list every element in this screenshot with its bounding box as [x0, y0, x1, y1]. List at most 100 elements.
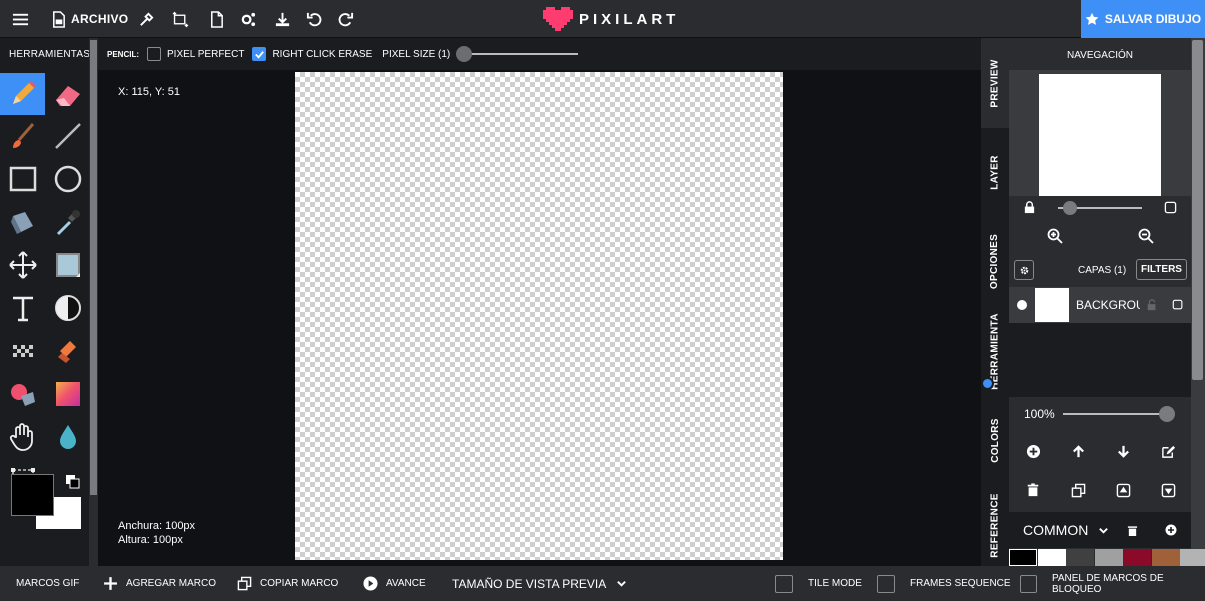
eraser-tool[interactable]	[45, 73, 90, 115]
lock-icon[interactable]	[1021, 199, 1037, 215]
gif-frames-toggle[interactable]: MARCOS GIF	[16, 566, 79, 601]
check-icon	[255, 50, 264, 59]
tile-mode-checkbox[interactable]	[775, 574, 793, 593]
resize-icon[interactable]	[172, 9, 189, 29]
pixel-size-slider-knob[interactable]	[456, 46, 473, 62]
brush-tool[interactable]	[0, 115, 45, 157]
preview-size-dropdown[interactable]: TAMAÑO DE VISTA PREVIA	[452, 566, 635, 601]
eyedropper-icon[interactable]	[138, 9, 155, 29]
gif-frames-label: MARCOS GIF	[16, 578, 80, 589]
tile-mode-toggle[interactable]: TILE MODE	[775, 566, 862, 601]
gradient-bucket-icon	[10, 384, 35, 406]
redo-icon[interactable]	[337, 9, 354, 29]
eyedropper-tool[interactable]	[45, 201, 90, 243]
tools-scrollbar-thumb[interactable]	[90, 40, 97, 495]
frames-sequence-toggle[interactable]: FRAMES SEQUENCE	[877, 566, 1011, 601]
bucket-tool[interactable]	[0, 201, 45, 243]
add-layer-icon[interactable]	[1024, 442, 1042, 460]
fit-square-icon[interactable]	[1162, 199, 1178, 215]
palette-name[interactable]: COMMON	[1023, 522, 1088, 538]
stamp-tool[interactable]	[45, 330, 90, 372]
move-layer-down-icon[interactable]	[1114, 442, 1132, 460]
palette-swatch[interactable]	[1066, 549, 1094, 566]
lock-frames-panel-toggle[interactable]: PANEL DE MARCOS DE BLOQUEO	[1020, 566, 1205, 601]
filters-button[interactable]: FILTERS	[1136, 259, 1187, 280]
download-icon[interactable]	[274, 9, 291, 29]
palette-swatch[interactable]	[1151, 549, 1180, 566]
move-layer-up-icon[interactable]	[1069, 442, 1087, 460]
delete-palette-icon[interactable]	[1125, 523, 1139, 537]
pixel-perfect-checkbox[interactable]	[147, 47, 161, 61]
navigation-preview[interactable]	[1039, 74, 1161, 196]
palette-swatch[interactable]	[1009, 549, 1037, 566]
zoom-out-icon[interactable]	[1137, 227, 1155, 245]
palette-swatch[interactable]	[1123, 549, 1151, 566]
right-click-erase-checkbox[interactable]	[252, 47, 267, 61]
palette-swatch[interactable]	[1094, 549, 1123, 566]
zoom-in-icon[interactable]	[1046, 227, 1064, 245]
checker-icon	[12, 345, 33, 357]
copy-frame-button[interactable]: COPIAR MARCO	[237, 566, 338, 601]
rectangle-tool[interactable]	[0, 158, 45, 200]
pixel-size-slider[interactable]	[456, 46, 579, 62]
layer-settings-button[interactable]	[1014, 260, 1034, 280]
add-frame-label: AGREGAR MARCO	[126, 578, 217, 589]
lock-frames-panel-checkbox[interactable]	[1020, 574, 1037, 593]
merge-up-icon[interactable]	[1114, 481, 1132, 499]
tab-preview[interactable]: PREVIEW	[981, 38, 1009, 128]
line-tool[interactable]	[45, 115, 90, 157]
layer-unlock-icon[interactable]	[1145, 298, 1159, 312]
settings-icon[interactable]	[240, 9, 257, 29]
gradient-tool[interactable]	[45, 373, 90, 415]
move-tool[interactable]	[0, 244, 45, 286]
ellipse-tool[interactable]	[45, 158, 90, 200]
add-palette-color-icon[interactable]	[1164, 523, 1178, 537]
add-frame-button[interactable]: AGREGAR MARCO	[103, 566, 216, 601]
tab-opciones[interactable]: OPCIONES	[981, 216, 1009, 306]
pencil-tool[interactable]	[0, 73, 45, 115]
frames-sequence-checkbox[interactable]	[877, 574, 895, 593]
undo-icon[interactable]	[306, 9, 323, 29]
tab-reference[interactable]: REFERENCE	[981, 484, 1009, 566]
delete-layer-icon[interactable]	[1024, 481, 1042, 499]
palette-swatch[interactable]	[1180, 549, 1205, 566]
swap-colors-icon[interactable]	[65, 474, 81, 490]
edit-layer-icon[interactable]	[1159, 442, 1177, 460]
layer-visibility-toggle[interactable]	[1017, 300, 1027, 310]
gradient-bucket-tool[interactable]	[0, 373, 45, 415]
archivo-label: ARCHIVO	[71, 12, 129, 26]
navigation-zoom-knob[interactable]	[1063, 201, 1077, 215]
star-icon	[1085, 12, 1099, 25]
save-drawing-button[interactable]: SALVAR DIBUJO	[1081, 0, 1205, 38]
duplicate-layer-icon[interactable]	[1069, 481, 1087, 499]
menu-icon[interactable]	[12, 9, 29, 29]
drawing-canvas[interactable]	[295, 72, 783, 560]
chevron-down-icon[interactable]	[1096, 523, 1110, 537]
hand-tool[interactable]	[0, 416, 45, 458]
text-tool[interactable]	[0, 287, 45, 329]
new-page-icon[interactable]	[208, 9, 225, 29]
layer-opacity-knob[interactable]	[1159, 406, 1175, 422]
ellipse-icon	[54, 165, 81, 193]
canvas-width-label: Anchura: 100px	[118, 520, 196, 532]
layer-select-checkbox-icon[interactable]	[1171, 298, 1185, 312]
select-tool[interactable]	[45, 244, 90, 286]
eyedropper-tool-icon	[56, 210, 80, 236]
primary-color[interactable]	[11, 474, 54, 516]
merge-down-icon[interactable]	[1159, 481, 1177, 499]
dither-tool[interactable]	[45, 287, 90, 329]
archivo-menu[interactable]: ARCHIVO	[50, 9, 128, 29]
drop-icon	[59, 425, 76, 449]
tab-layer[interactable]: LAYER	[981, 128, 1009, 216]
play-button[interactable]: AVANCE	[363, 566, 426, 601]
layers-title: CAPAS (1)	[1078, 265, 1127, 276]
blur-tool[interactable]	[45, 416, 90, 458]
right-panel-scrollbar-thumb[interactable]	[1192, 40, 1203, 380]
pixilart-logo[interactable]: PIXILART	[543, 7, 679, 31]
checker-tool[interactable]	[0, 330, 45, 372]
gear-icon	[1020, 266, 1028, 274]
layer-opacity-slider[interactable]	[1063, 413, 1165, 415]
layer-name: BACKGROUND	[1076, 298, 1140, 312]
palette-swatch[interactable]	[1037, 549, 1066, 566]
tab-colors[interactable]: COLORS	[981, 396, 1009, 484]
